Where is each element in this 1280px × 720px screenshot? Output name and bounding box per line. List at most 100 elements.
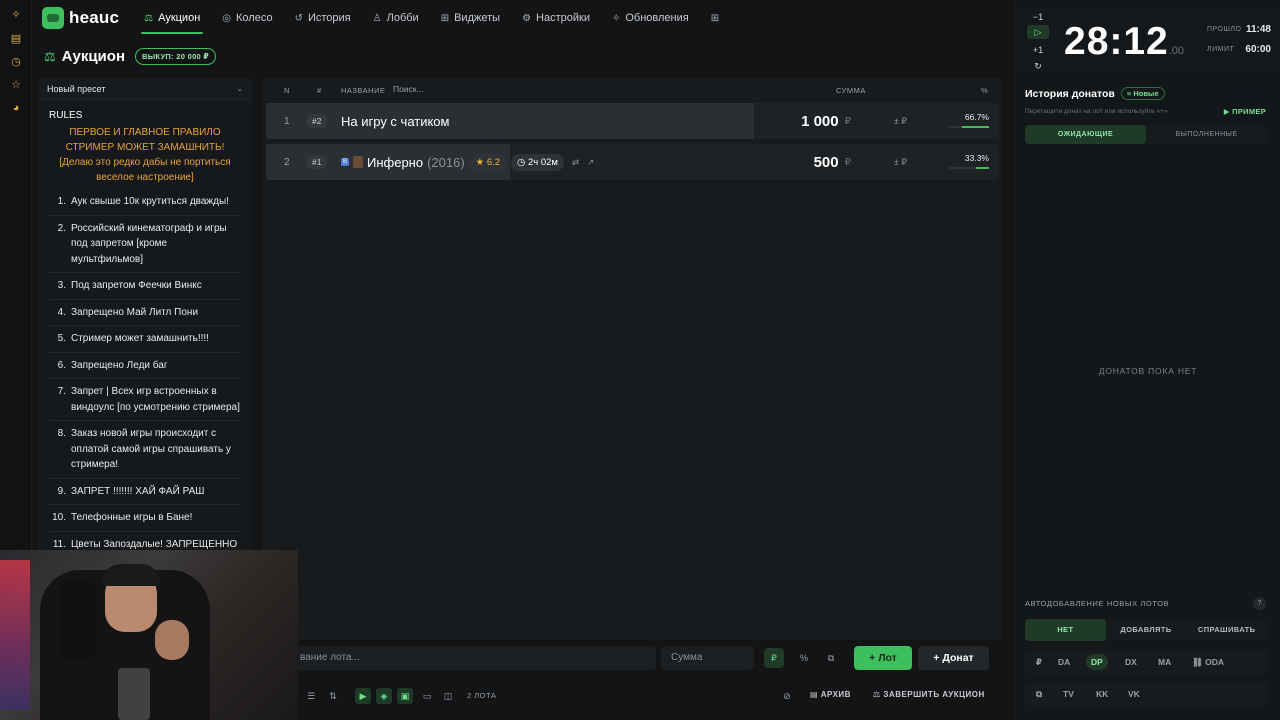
col-hash[interactable]: #	[317, 86, 322, 95]
col-pct[interactable]: %	[981, 86, 988, 95]
new-filter-badge[interactable]: ≡ Новые	[1120, 87, 1165, 100]
folder-icon[interactable]: ▭	[419, 688, 435, 704]
rule-number: 6.	[57, 359, 66, 371]
rule-number: 10.	[52, 512, 66, 523]
preset-select[interactable]: Новый пресет ⌄	[38, 78, 252, 100]
sparkle-icon[interactable]: ✧	[9, 8, 23, 22]
finish-auction-button[interactable]: ⚖ ЗАВЕРШИТЬ АУКЦИОН	[873, 690, 985, 699]
col-n[interactable]: N	[284, 86, 290, 95]
service-rub[interactable]: ₽	[1031, 654, 1047, 670]
rules-body[interactable]: RULES ПЕРВОЕ И ГЛАВНОЕ ПРАВИЛО СТРИМЕР М…	[38, 100, 252, 558]
percent-mode-button[interactable]: %	[794, 648, 814, 668]
col-name[interactable]: НАЗВАНИЕ	[341, 86, 385, 95]
lot-amount[interactable]: 1 000 ₽	[801, 103, 851, 139]
lot-name[interactable]: B Инферно (2016) ★ 6.2 ◷ 2ч 02м ⇄ ↗	[341, 144, 594, 180]
nav-updates[interactable]: ✧ Обновления	[601, 0, 700, 36]
external-link-icon[interactable]: ↗	[587, 157, 594, 168]
video-icon[interactable]: ▶	[355, 688, 371, 704]
lot-amount[interactable]: 500 ₽	[814, 144, 851, 180]
preset-label: Новый пресет	[47, 83, 106, 94]
currency-mode-button[interactable]: ₽	[764, 648, 784, 668]
nav-lobby[interactable]: ♙ Лобби	[362, 0, 430, 36]
archive-icon[interactable]: ▤	[9, 32, 23, 46]
example-button[interactable]: ▶ ПРИМЕР	[1224, 107, 1266, 116]
list-item: 3. Под запретом Феечки Винкс	[49, 273, 241, 300]
streamer-hand	[155, 620, 189, 660]
rule-text: Под запретом Феечки Винкс	[71, 280, 202, 291]
service-tv[interactable]: TV	[1058, 686, 1079, 702]
page-title: Аукцион	[61, 48, 126, 65]
option-ask[interactable]: СПРАШИВАТЬ	[1186, 619, 1267, 641]
star-icon[interactable]: ☆	[9, 78, 23, 92]
gavel-icon: ⚖	[44, 48, 56, 64]
chevron-down-icon: ⌄	[236, 84, 243, 93]
nav-auction[interactable]: ⚖ Аукцион	[133, 0, 211, 36]
rules-list: 1. Аук свыше 10к крутиться дважды! 2. Росс…	[49, 189, 241, 558]
service-kk[interactable]: KK	[1091, 686, 1113, 702]
gamepad-icon[interactable]: ◈	[376, 688, 392, 704]
list-icon[interactable]: ☰	[303, 688, 319, 704]
book-open-icon[interactable]: ◫	[440, 688, 456, 704]
search-input[interactable]: Поиск...	[393, 84, 753, 98]
service-oda[interactable]: ⛓ ODA	[1187, 654, 1229, 670]
lot-sum-input[interactable]: Сумма	[661, 646, 754, 670]
lot-name-input[interactable]: вание лота...	[296, 646, 656, 670]
lots-table: N # НАЗВАНИЕ Поиск... СУММА % 1 #2 На иг…	[262, 78, 1002, 640]
list-item: 2. Российский кинематограф и игры под зап…	[49, 216, 241, 273]
timer-value: 28:12	[1064, 20, 1169, 63]
col-sum[interactable]: СУММА	[836, 86, 866, 95]
sort-icon[interactable]: ⇅	[325, 688, 341, 704]
service-copy[interactable]: ⧉	[1031, 686, 1047, 702]
archive-button[interactable]: ▤ АРХИВ	[810, 690, 851, 699]
option-add[interactable]: ДОБАВЛЯТЬ	[1106, 619, 1187, 641]
clock-icon[interactable]: ◷	[9, 55, 23, 69]
buyout-badge[interactable]: ВЫКУП: 20 000 ₽	[135, 48, 216, 65]
service-vk[interactable]: VK	[1123, 686, 1145, 702]
nav-history[interactable]: ↺ История	[284, 0, 362, 36]
help-icon[interactable]: ?	[1253, 597, 1266, 610]
table-row[interactable]: 2 #1 B Инферно (2016) ★ 6.2 ◷ 2ч 02м ⇄ ↗…	[266, 144, 999, 180]
add-donation-button[interactable]: + Донат	[918, 646, 989, 670]
rule-number: 3.	[57, 280, 66, 291]
nav-widgets[interactable]: ⊞ Виджеты	[430, 0, 511, 36]
services-row: ₽ DA DP DX MA ⛓ ODA	[1025, 650, 1267, 674]
service-dx[interactable]: DX	[1120, 654, 1142, 670]
copy-icon[interactable]: ⧉	[821, 648, 841, 668]
history-icon: ↺	[294, 12, 303, 24]
rules-panel: Новый пресет ⌄ RULES ПЕРВОЕ И ГЛАВНОЕ ПР…	[38, 78, 252, 558]
grid-plus-icon: ⊞	[710, 12, 720, 24]
list-item: 7. Запрет | Всех игр встроенных в виндоул…	[49, 379, 241, 421]
adjust-amount-button[interactable]: ± ₽	[894, 144, 907, 180]
service-ma[interactable]: MA	[1153, 654, 1176, 670]
limit-label: ЛИМИТ	[1207, 46, 1235, 53]
donations-hint: Перетащите донат на лот или используйте …	[1025, 108, 1168, 115]
sparkle-icon: ✧	[611, 12, 621, 24]
reset-icon[interactable]: ↻	[1027, 59, 1049, 73]
option-no[interactable]: НЕТ	[1025, 619, 1106, 641]
auto-add-options: НЕТ ДОБАВЛЯТЬ СПРАШИВАТЬ	[1025, 619, 1267, 641]
book-icon[interactable]: ▣	[397, 688, 413, 704]
play-icon[interactable]: ▷	[1027, 25, 1049, 39]
service-da[interactable]: DA	[1053, 654, 1075, 670]
eye-off-icon[interactable]: ⊘	[779, 688, 795, 704]
nav-settings[interactable]: ⚙ Настройки	[511, 0, 601, 36]
table-row[interactable]: 1 #2 На игру с чатиком 1 000 ₽ ± ₽ 66.7%	[266, 103, 999, 139]
palette-icon[interactable]: ◕	[9, 101, 23, 115]
nav-wheel[interactable]: ◎ Колесо	[211, 0, 283, 36]
timer-plus-button[interactable]: +1	[1027, 43, 1049, 57]
tab-waiting[interactable]: ОЖИДАЮЩИЕ	[1025, 125, 1146, 144]
add-widget-button[interactable]: ⊞	[700, 0, 735, 36]
limit-value[interactable]: 60:00	[1245, 44, 1271, 55]
timer-minus-button[interactable]: −1	[1027, 10, 1049, 24]
service-dp[interactable]: DP	[1086, 654, 1108, 670]
adjust-amount-button[interactable]: ± ₽	[894, 103, 907, 139]
gear-icon: ⚙	[522, 12, 532, 24]
add-lot-button[interactable]: + Лот	[854, 646, 912, 670]
tab-done[interactable]: ВЫПОЛНЕННЫЕ	[1146, 125, 1267, 144]
lot-name[interactable]: На игру с чатиком	[341, 103, 449, 139]
lot-number: 1	[284, 115, 290, 127]
logo-icon	[42, 7, 64, 29]
nav-label: Лобби	[386, 12, 419, 24]
swap-icon[interactable]: ⇄	[572, 157, 579, 168]
app-logo[interactable]: heauc	[42, 7, 119, 29]
